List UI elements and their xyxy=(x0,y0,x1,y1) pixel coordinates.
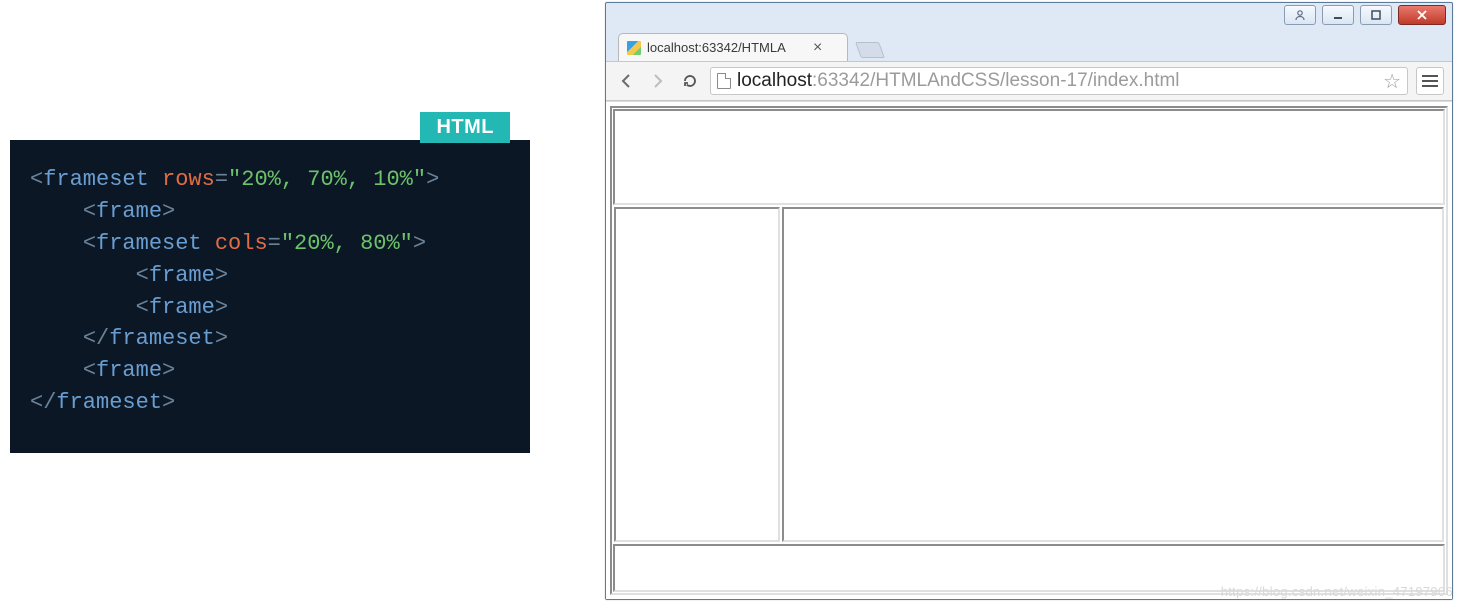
code-snippet: HTML <frameset rows="20%, 70%, 10%"> <fr… xyxy=(10,140,530,453)
url-host: localhost xyxy=(737,70,812,92)
page-icon xyxy=(717,73,731,89)
hamburger-icon xyxy=(1422,80,1438,82)
tab-close-button[interactable]: × xyxy=(813,40,822,56)
new-tab-button[interactable] xyxy=(855,42,885,58)
maximize-icon xyxy=(1370,9,1382,21)
code-language-badge: HTML xyxy=(420,112,510,143)
url-text: localhost:63342/HTMLAndCSS/lesson-17/ind… xyxy=(737,70,1180,92)
code-body: <frameset rows="20%, 70%, 10%"> <frame> … xyxy=(10,140,530,453)
browser-toolbar: localhost:63342/HTMLAndCSS/lesson-17/ind… xyxy=(606,61,1452,101)
arrow-right-icon xyxy=(649,72,667,90)
window-user-button[interactable] xyxy=(1284,5,1316,25)
frameset-middle xyxy=(613,207,1445,542)
window-close-button[interactable] xyxy=(1398,5,1446,25)
browser-viewport xyxy=(606,101,1452,599)
browser-window: localhost:63342/HTMLA × localhost:63342/… xyxy=(605,2,1453,600)
bookmark-star-icon[interactable]: ☆ xyxy=(1383,69,1401,94)
window-titlebar xyxy=(606,3,1452,31)
frame-middle-left xyxy=(614,207,780,542)
frameset-outer xyxy=(610,106,1448,595)
minimize-icon xyxy=(1332,9,1344,21)
forward-button[interactable] xyxy=(646,69,670,93)
frame-middle-right xyxy=(782,207,1444,542)
address-bar[interactable]: localhost:63342/HTMLAndCSS/lesson-17/ind… xyxy=(710,67,1408,95)
browser-menu-button[interactable] xyxy=(1416,67,1444,95)
arrow-left-icon xyxy=(617,72,635,90)
favicon-icon xyxy=(627,41,641,55)
frame-top xyxy=(613,109,1445,205)
url-path: :63342/HTMLAndCSS/lesson-17/index.html xyxy=(812,70,1180,92)
close-icon xyxy=(1415,9,1429,21)
reload-icon xyxy=(681,72,699,90)
window-minimize-button[interactable] xyxy=(1322,5,1354,25)
back-button[interactable] xyxy=(614,69,638,93)
watermark: https://blog.csdn.net/weixin_47197906 xyxy=(1221,584,1453,599)
user-icon xyxy=(1294,9,1306,21)
browser-tabstrip: localhost:63342/HTMLA × xyxy=(606,31,1452,61)
window-maximize-button[interactable] xyxy=(1360,5,1392,25)
tab-title: localhost:63342/HTMLA xyxy=(647,40,807,55)
browser-tab-active[interactable]: localhost:63342/HTMLA × xyxy=(618,33,848,61)
reload-button[interactable] xyxy=(678,69,702,93)
